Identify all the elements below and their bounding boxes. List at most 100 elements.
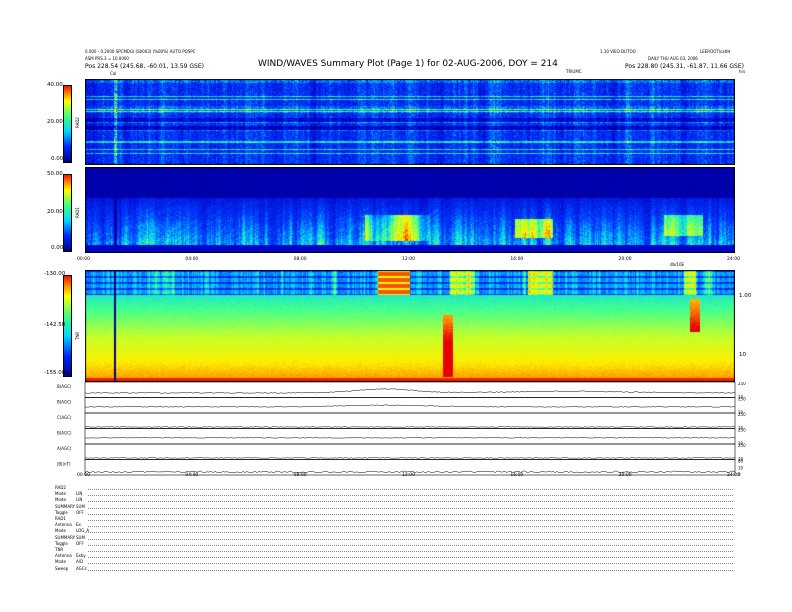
position-left: Pos 228.54 (245.68, -60.01, 13.59 GSE) (85, 63, 204, 70)
time-tick-label: 04:00 (185, 257, 199, 262)
status-value: SUM (76, 503, 85, 509)
status-label: Mode (55, 528, 66, 534)
status-value: OFF (76, 540, 84, 546)
status-label: SUMMARY (55, 534, 76, 540)
position-right: Pos 228.80 (245.31, -61.87, 11.66 GSE) (625, 63, 744, 70)
time-tick-label: 12:00 (402, 257, 415, 262)
housekeeping-right-tick: 80 (738, 459, 744, 464)
status-label: Sweep (55, 565, 69, 571)
time-tick-label: 08:00 (293, 473, 307, 478)
status-label: SUMMARY (55, 503, 76, 509)
status-label: TNR (55, 547, 64, 552)
status-value: LIN (76, 497, 83, 503)
housekeeping-trace (84, 426, 736, 428)
status-value: LIN (76, 491, 83, 497)
housekeeping-right-tick: 250 (738, 443, 746, 448)
status-label: RAD1 (55, 516, 66, 521)
housekeeping-right-tick: 250 (738, 428, 746, 433)
status-rule (88, 538, 733, 540)
time-tick-label: 08:00 (293, 257, 307, 262)
status-value: SUM (76, 534, 85, 540)
housekeeping-row: B(AGC)25010 (57, 397, 746, 416)
header-info-left-2: ASM PRS.3 = 10.0000 (85, 56, 129, 61)
status-rule (88, 513, 733, 515)
status-rule (88, 569, 733, 571)
status-label: Mode (55, 559, 66, 565)
status-value: OFF (76, 509, 84, 515)
housekeeping-right-tick: 250 (738, 382, 746, 386)
housekeeping-right-tick: 250 (738, 412, 746, 417)
status-rule (88, 544, 733, 546)
status-rule (88, 563, 733, 565)
housekeeping-label: C(AGC) (57, 415, 72, 420)
housekeeping-trace (84, 404, 736, 408)
status-value: AGCs (76, 565, 87, 571)
time-tick-label: 00:00 (77, 257, 90, 262)
status-rule (88, 495, 733, 497)
time-axis-upper: 00:00 04:00 08:00 12:00 16:00 20:00 24:00 (77, 257, 740, 266)
tnr-spectrogram (85, 270, 735, 382)
utc-label: TRIUMC (566, 69, 582, 74)
time-tick-label: 04:00 (185, 473, 199, 478)
housekeeping-label: B(AGC) (57, 400, 72, 405)
status-rule (88, 551, 733, 552)
time-tick-label: 16:00 (510, 473, 524, 478)
status-value: Exby (76, 553, 86, 559)
dbv-label: db/10E (670, 262, 685, 267)
housekeeping-row: B(AGC)25010 (57, 428, 746, 447)
status-label: Antenna (55, 553, 72, 559)
status-label: Toggle (55, 509, 68, 515)
time-tick-label: 24:00 (727, 257, 740, 262)
time-axis-lower: 00:00 04:00 08:00 12:00 16:00 20:00 24:00 (77, 473, 740, 482)
rad2-axis-label: RAD2 (75, 117, 80, 128)
rad1-spectrogram (85, 167, 735, 253)
housekeeping-trace (84, 388, 736, 394)
header-info-right-1: 1.10 VIEO DUTOO (600, 49, 636, 54)
cal-label: Cal (110, 71, 117, 76)
housekeeping-right-tick: 10 (738, 465, 744, 470)
housekeeping-right-tick: 250 (738, 397, 746, 402)
rad1-ytick-top: 50.00 (47, 171, 63, 177)
date-right: DAILY THU AUG 03, 2006 (648, 56, 698, 61)
hours-label: hrs (739, 69, 746, 74)
rad1-colorbar (63, 174, 72, 252)
time-tick-label: 16:00 (510, 257, 524, 262)
status-rule (88, 507, 733, 509)
status-label: Mode (55, 491, 66, 497)
housekeeping-panels: B(AGC)25010B(AGC)25010C(AGC)25010B(AGC)2… (57, 382, 746, 477)
housekeeping-trace (84, 437, 736, 439)
status-rule (88, 532, 733, 534)
status-label: Toggle (55, 540, 68, 546)
status-value: A/D (76, 559, 84, 565)
header-info-right-2: LEEROOTIcatIH (700, 49, 731, 54)
status-rule (88, 520, 733, 521)
tnr-right-tick-bottom: 10 (739, 352, 746, 358)
housekeeping-row: C(AGC)25010 (57, 412, 746, 431)
header-info-left-1: 0.000 - 0.2000 SPCMDGI (S0003) (%00%) AU… (85, 49, 196, 54)
rad2-ytick-top: 40.00 (47, 82, 63, 88)
tnr-axis-label: TNR (75, 331, 80, 340)
housekeeping-trace (84, 457, 736, 459)
tnr-right-tick-top: 1.00 (739, 293, 752, 299)
status-label: Mode (55, 497, 66, 503)
rad1-axis-label: RAD1 (75, 207, 80, 218)
rad2-spectrogram (85, 79, 735, 165)
rad2-ytick-mid: 20.00 (47, 119, 63, 125)
tnr-ytick-top: -130.00 (44, 271, 66, 277)
status-label: RAD2 (55, 485, 66, 490)
plot-title: WIND/WAVES Summary Plot (Page 1) for 02-… (258, 59, 558, 69)
tnr-ytick-bottom: -155.00 (44, 370, 66, 376)
time-tick-label: 20:00 (618, 257, 632, 262)
time-tick-label: 20:00 (618, 473, 632, 478)
status-table: RAD2 Mode LIN Mode LIN SUMMARY SUM Toggle OFF RAD… (0, 486, 792, 576)
housekeeping-label: |B|(nT) (57, 462, 71, 467)
rad2-ytick-bottom: 0.00 (51, 156, 64, 162)
housekeeping-label: A(AGC) (57, 446, 72, 451)
housekeeping-label: B(AGC) (57, 431, 72, 436)
time-tick-label: 12:00 (402, 473, 415, 478)
status-rule (88, 526, 733, 528)
housekeeping-label: B(AGC) (57, 384, 72, 389)
status-rule (88, 489, 733, 490)
status-value: Ex (76, 522, 81, 528)
time-tick-label: 00:00 (77, 473, 90, 478)
